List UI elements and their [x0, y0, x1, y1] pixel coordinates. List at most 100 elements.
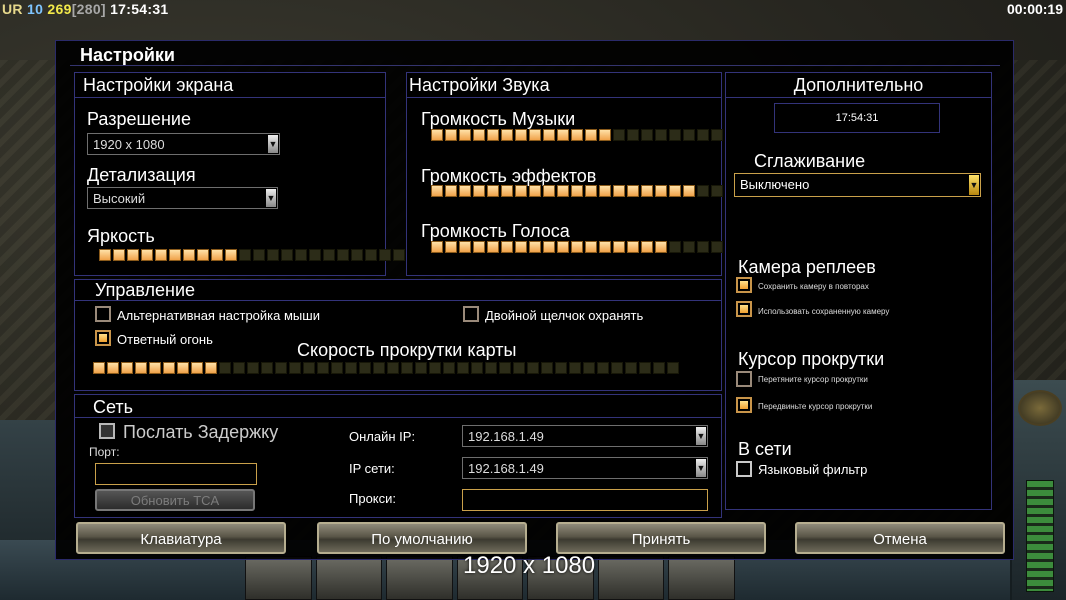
slider-segment[interactable] — [683, 185, 695, 197]
chevron-down-icon[interactable]: ▼ — [266, 189, 276, 207]
slider-segment[interactable] — [655, 185, 667, 197]
use-camera-checkbox[interactable] — [736, 301, 752, 317]
scroll-speed-slider[interactable] — [93, 362, 679, 374]
build-thumb[interactable] — [597, 556, 665, 600]
drag-cursor-checkbox[interactable] — [736, 371, 752, 387]
slider-segment[interactable] — [515, 185, 527, 197]
voice-volume-slider[interactable] — [431, 241, 737, 253]
slider-segment[interactable] — [393, 249, 405, 261]
slider-segment[interactable] — [501, 129, 513, 141]
slider-segment[interactable] — [585, 185, 597, 197]
slider-segment[interactable] — [639, 362, 651, 374]
build-thumb[interactable] — [245, 556, 312, 600]
slider-segment[interactable] — [501, 241, 513, 253]
slider-segment[interactable] — [113, 249, 125, 261]
slider-segment[interactable] — [373, 362, 385, 374]
slider-segment[interactable] — [529, 241, 541, 253]
slider-segment[interactable] — [711, 241, 723, 253]
effects-volume-slider[interactable] — [431, 185, 737, 197]
slider-segment[interactable] — [99, 249, 111, 261]
chevron-down-icon[interactable]: ▼ — [969, 175, 979, 195]
slider-segment[interactable] — [205, 362, 217, 374]
slider-segment[interactable] — [457, 362, 469, 374]
slider-segment[interactable] — [219, 362, 231, 374]
slider-segment[interactable] — [627, 241, 639, 253]
slider-segment[interactable] — [697, 185, 709, 197]
slider-segment[interactable] — [599, 185, 611, 197]
slider-segment[interactable] — [289, 362, 301, 374]
double-click-checkbox[interactable] — [463, 306, 479, 322]
slider-segment[interactable] — [379, 249, 391, 261]
slider-segment[interactable] — [529, 129, 541, 141]
slider-segment[interactable] — [141, 249, 153, 261]
slider-segment[interactable] — [513, 362, 525, 374]
slider-segment[interactable] — [365, 249, 377, 261]
slider-segment[interactable] — [345, 362, 357, 374]
return-fire-checkbox[interactable] — [95, 330, 111, 346]
slider-segment[interactable] — [415, 362, 427, 374]
port-input[interactable] — [95, 463, 257, 485]
slider-segment[interactable] — [177, 362, 189, 374]
slider-segment[interactable] — [149, 362, 161, 374]
slider-segment[interactable] — [281, 249, 293, 261]
slider-segment[interactable] — [197, 249, 209, 261]
slider-segment[interactable] — [515, 241, 527, 253]
save-camera-checkbox[interactable] — [736, 277, 752, 293]
slider-segment[interactable] — [431, 241, 443, 253]
slider-segment[interactable] — [669, 129, 681, 141]
slider-segment[interactable] — [527, 362, 539, 374]
build-thumb[interactable] — [668, 556, 736, 600]
accept-button[interactable]: Принять — [556, 522, 766, 554]
slider-segment[interactable] — [613, 129, 625, 141]
music-volume-slider[interactable] — [431, 129, 737, 141]
slider-segment[interactable] — [107, 362, 119, 374]
slider-segment[interactable] — [697, 129, 709, 141]
slider-segment[interactable] — [471, 362, 483, 374]
language-filter-checkbox[interactable] — [736, 461, 752, 477]
slider-segment[interactable] — [247, 362, 259, 374]
slider-segment[interactable] — [191, 362, 203, 374]
slider-segment[interactable] — [473, 185, 485, 197]
slider-segment[interactable] — [557, 129, 569, 141]
slider-segment[interactable] — [93, 362, 105, 374]
slider-segment[interactable] — [127, 249, 139, 261]
keyboard-button[interactable]: Клавиатура — [76, 522, 286, 554]
slider-segment[interactable] — [711, 185, 723, 197]
slider-segment[interactable] — [501, 185, 513, 197]
slider-segment[interactable] — [529, 185, 541, 197]
slider-segment[interactable] — [625, 362, 637, 374]
slider-segment[interactable] — [303, 362, 315, 374]
slider-segment[interactable] — [653, 362, 665, 374]
slider-segment[interactable] — [459, 129, 471, 141]
move-cursor-checkbox[interactable] — [736, 397, 752, 413]
slider-segment[interactable] — [669, 185, 681, 197]
slider-segment[interactable] — [485, 362, 497, 374]
slider-segment[interactable] — [225, 249, 237, 261]
slider-segment[interactable] — [613, 185, 625, 197]
slider-segment[interactable] — [431, 129, 443, 141]
chevron-down-icon[interactable]: ▼ — [696, 427, 706, 445]
slider-segment[interactable] — [163, 362, 175, 374]
slider-segment[interactable] — [585, 241, 597, 253]
slider-segment[interactable] — [275, 362, 287, 374]
slider-segment[interactable] — [611, 362, 623, 374]
slider-segment[interactable] — [585, 129, 597, 141]
slider-segment[interactable] — [543, 241, 555, 253]
slider-segment[interactable] — [431, 185, 443, 197]
slider-segment[interactable] — [459, 241, 471, 253]
slider-segment[interactable] — [323, 249, 335, 261]
slider-segment[interactable] — [473, 129, 485, 141]
online-ip-dropdown[interactable]: 192.168.1.49 ▼ — [462, 425, 708, 447]
slider-segment[interactable] — [445, 129, 457, 141]
slider-segment[interactable] — [121, 362, 133, 374]
slider-segment[interactable] — [599, 241, 611, 253]
build-thumb[interactable] — [386, 556, 453, 600]
slider-segment[interactable] — [571, 185, 583, 197]
slider-segment[interactable] — [239, 249, 251, 261]
proxy-input[interactable] — [462, 489, 708, 511]
slider-segment[interactable] — [487, 129, 499, 141]
slider-segment[interactable] — [613, 241, 625, 253]
slider-segment[interactable] — [543, 129, 555, 141]
slider-segment[interactable] — [599, 129, 611, 141]
alt-mouse-checkbox[interactable] — [95, 306, 111, 322]
